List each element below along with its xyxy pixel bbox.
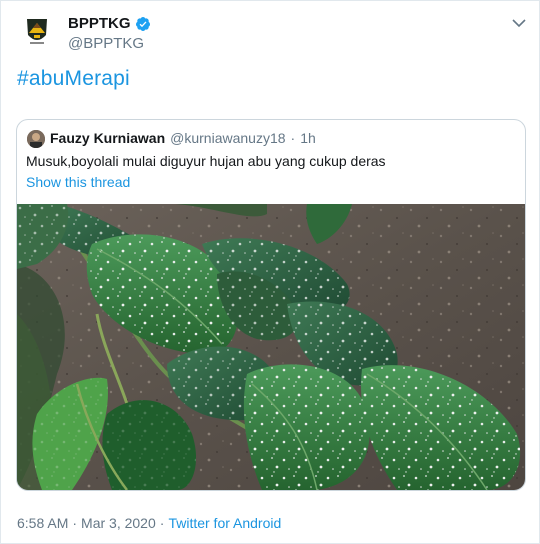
quoted-separator: ·	[290, 130, 296, 146]
ash-covered-leaves-photo[interactable]	[17, 204, 525, 490]
quoted-text: Musuk,boyolali mulai diguyur hujan abu y…	[26, 153, 386, 169]
quoted-header: Fauzy Kurniawan @kurniawanuzy18 · 1h	[50, 130, 316, 146]
quoted-avatar[interactable]	[27, 130, 45, 148]
volcano-shield-logo-icon	[17, 11, 57, 51]
tweet-timestamp: 6:58 AM · Mar 3, 2020 · Twitter for Andr…	[17, 515, 281, 531]
show-thread-link[interactable]: Show this thread	[26, 174, 130, 190]
quoted-time: 1h	[300, 130, 316, 146]
avatar[interactable]	[17, 11, 57, 51]
tweet-text-hashtag[interactable]: #abuMerapi	[17, 67, 130, 91]
chevron-down-icon[interactable]	[509, 15, 529, 31]
verified-badge-icon	[135, 16, 150, 31]
quoted-tweet[interactable]: Fauzy Kurniawan @kurniawanuzy18 · 1h Mus…	[16, 119, 526, 491]
author-handle[interactable]: @BPPTKG	[68, 35, 144, 52]
tweet-source-link[interactable]: Twitter for Android	[168, 515, 281, 531]
tweet-date[interactable]: Mar 3, 2020	[81, 515, 156, 531]
footer-separator: ·	[72, 515, 78, 531]
author-name-row[interactable]: BPPTKG	[68, 15, 151, 32]
tweet-card: BPPTKG @BPPTKG #abuMerapi Fauzy Kurniawa…	[0, 0, 540, 544]
tweet-time[interactable]: 6:58 AM	[17, 515, 68, 531]
quoted-name: Fauzy Kurniawan	[50, 130, 166, 146]
author-name[interactable]: BPPTKG	[68, 15, 131, 32]
quoted-handle: @kurniawanuzy18	[170, 130, 286, 146]
user-avatar-icon	[27, 130, 45, 148]
footer-separator: ·	[159, 515, 165, 531]
